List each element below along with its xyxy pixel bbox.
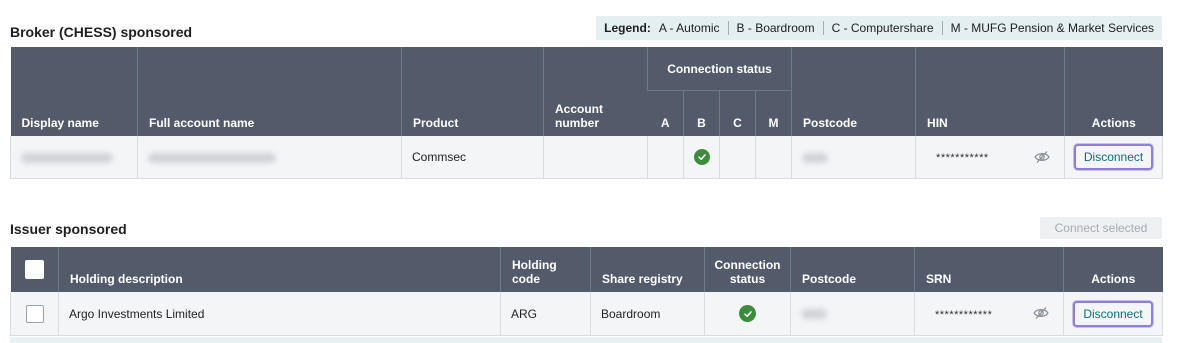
account-number-cell — [543, 136, 648, 179]
full-account-name-cell — [137, 136, 402, 179]
select-all-cell — [10, 247, 59, 292]
broker-section-title: Broker (CHESS) sponsored — [10, 24, 193, 40]
check-circle-icon — [739, 305, 756, 322]
share-registry-cell: Boardroom — [590, 292, 705, 336]
registry-b-status — [683, 136, 720, 179]
disconnect-button[interactable]: Disconnect — [1073, 144, 1154, 170]
srn-cell: ************ — [914, 292, 1064, 336]
header-registry-b: B — [683, 90, 720, 136]
actions-cell: Disconnect — [1064, 136, 1164, 179]
header-account-number[interactable]: Account number — [543, 47, 648, 136]
legend-item-c: C - Computershare — [831, 21, 934, 35]
eye-slash-icon[interactable] — [1034, 150, 1050, 164]
issuer-section-title: Issuer sponsored — [10, 221, 127, 237]
header-holding-code[interactable]: Holding code — [500, 247, 591, 292]
connection-status-cell — [704, 292, 791, 336]
postcode-cell — [790, 292, 915, 336]
row-checkbox[interactable] — [25, 304, 44, 323]
header-registry-c: C — [719, 90, 756, 136]
broker-table: Display name Full account name Product A… — [10, 47, 1164, 179]
disconnect-button[interactable]: Disconnect — [1073, 300, 1153, 327]
row-select-cell — [10, 292, 59, 336]
registry-a-status — [647, 136, 684, 179]
check-circle-icon — [693, 149, 710, 165]
legend-item-b: B - Boardroom — [736, 21, 815, 35]
legend-title: Legend: — [604, 21, 651, 35]
holding-code-cell: ARG — [500, 292, 591, 336]
eye-slash-icon[interactable] — [1033, 306, 1049, 320]
legend-divider — [941, 21, 943, 35]
connect-selected-button[interactable]: Connect selected — [1040, 217, 1162, 239]
legend-divider — [727, 21, 729, 35]
hin-masked-value: *********** — [936, 152, 989, 164]
header-hin[interactable]: HIN — [915, 47, 1065, 136]
header-full-account-name[interactable]: Full account name — [137, 47, 402, 136]
header-actions: Actions — [1063, 247, 1163, 292]
registry-c-status — [719, 136, 756, 179]
header-share-registry[interactable]: Share registry — [590, 247, 705, 292]
redacted-text — [148, 152, 276, 163]
header-postcode[interactable]: Postcode — [791, 47, 916, 136]
actions-cell: Disconnect — [1063, 292, 1163, 336]
header-registry-a: A — [647, 90, 684, 136]
redacted-text — [802, 152, 829, 163]
select-all-checkbox[interactable] — [24, 260, 44, 279]
header-actions: Actions — [1064, 47, 1163, 136]
header-holding-description[interactable]: Holding description — [58, 247, 501, 292]
product-cell: Commsec — [401, 136, 544, 179]
legend: Legend: A - Automic B - Boardroom C - Co… — [596, 16, 1162, 40]
holding-description-cell: Argo Investments Limited — [58, 292, 501, 336]
header-product[interactable]: Product — [401, 47, 544, 136]
header-srn[interactable]: SRN — [914, 247, 1064, 292]
issuer-table: Holding description Holding code Share r… — [10, 247, 1163, 336]
srn-masked-value: ************ — [935, 308, 993, 321]
postcode-cell — [791, 136, 916, 179]
table-row: Commsec *********** Disconnect — [10, 136, 1164, 179]
legend-item-m: M - MUFG Pension & Market Services — [950, 21, 1154, 35]
redacted-text — [21, 152, 113, 163]
legend-divider — [822, 21, 824, 35]
header-registry-m: M — [754, 90, 792, 136]
header-connection-status: Connection status — [646, 47, 792, 91]
registry-m-status — [754, 136, 792, 179]
hin-cell: *********** — [915, 136, 1065, 179]
table-row: Argo Investments Limited ARG Boardroom *… — [10, 292, 1163, 336]
display-name-cell — [10, 136, 138, 179]
header-display-name[interactable]: Display name — [10, 47, 138, 136]
redacted-text — [801, 309, 827, 320]
legend-item-a: A - Automic — [658, 21, 720, 35]
header-postcode[interactable]: Postcode — [790, 247, 915, 292]
header-connection-status[interactable]: Connection status — [704, 247, 791, 292]
next-row-strip — [10, 337, 1162, 343]
